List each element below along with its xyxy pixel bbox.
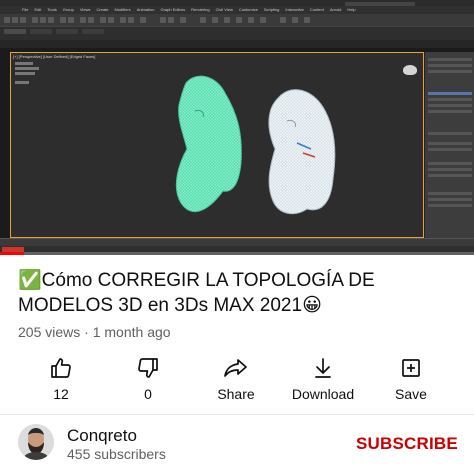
- app-menu-item: Help: [347, 7, 356, 12]
- app-menu-item: Views: [79, 7, 91, 12]
- playlist-add-icon: [398, 355, 424, 381]
- ribbon-subrow: [0, 40, 474, 48]
- app-menu-item: Animation: [136, 7, 155, 12]
- thumbs-up-icon: [48, 355, 74, 381]
- app-menu-item: Interactive: [285, 7, 304, 12]
- subscriber-count: 455 subscribers: [67, 446, 166, 462]
- action-bar: 12 0 Share Download Save: [0, 352, 474, 404]
- app-menu-item: Content: [309, 7, 324, 12]
- video-meta: 205 views · 1 month ago: [18, 324, 171, 340]
- subscribe-button[interactable]: SUBSCRIBE: [356, 434, 458, 454]
- check-mark-emoji: ✅: [18, 270, 42, 291]
- app-menubar: File Edit Tools Group Views Create Modifiers An…: [0, 6, 474, 14]
- dislike-button[interactable]: 0: [103, 352, 193, 404]
- app-menu-item: Civil View: [215, 7, 233, 12]
- timeline: [0, 238, 474, 246]
- share-button[interactable]: Share: [191, 352, 281, 404]
- divider: [0, 414, 474, 415]
- app-menu-item: Tools: [47, 7, 57, 12]
- horse-head-meshes: [175, 75, 336, 215]
- perspective-viewport: [+] [Perspective] [User Defined] [Edged …: [10, 52, 424, 238]
- video-title: ✅Cómo CORREGIR LA TOPOLOGÍA DE MODELOS 3…: [18, 268, 458, 318]
- like-button[interactable]: 12: [16, 352, 106, 404]
- app-menu-item: File: [22, 7, 29, 12]
- video-title-text: Cómo CORREGIR LA TOPOLOGÍA DE MODELOS 3D…: [18, 270, 375, 316]
- app-menu-item: Edit: [34, 7, 42, 12]
- app-menu-item: Create: [96, 7, 109, 12]
- app-menu-item: Modifiers: [114, 7, 131, 12]
- dislike-count: 0: [144, 386, 152, 402]
- save-button[interactable]: Save: [366, 352, 456, 404]
- share-label: Share: [217, 386, 255, 402]
- channel-name[interactable]: Conqreto: [67, 426, 137, 446]
- view-count: 205 views: [18, 324, 81, 340]
- download-button[interactable]: Download: [278, 352, 368, 404]
- app-toolbar: [0, 14, 474, 26]
- app-menu-item: Rendering: [191, 7, 210, 12]
- app-menu-item: Graph Editors: [160, 7, 186, 12]
- video-progress-bar[interactable]: [0, 252, 474, 255]
- like-count: 12: [53, 386, 69, 402]
- channel-avatar[interactable]: [18, 424, 54, 460]
- download-label: Download: [291, 386, 355, 402]
- ribbon: [0, 26, 474, 40]
- thumbs-down-icon: [135, 355, 161, 381]
- app-menu-item: Scripting: [263, 7, 280, 12]
- app-menu-item: Customize: [238, 7, 258, 12]
- save-label: Save: [395, 386, 427, 402]
- video-progress-fill: [0, 252, 24, 255]
- share-arrow-icon: [223, 355, 249, 381]
- video-player[interactable]: File Edit Tools Group Views Create Modifiers An…: [0, 0, 474, 255]
- upload-age: 1 month ago: [92, 324, 171, 340]
- channel-row: Conqreto 455 subscribers SUBSCRIBE: [0, 418, 474, 474]
- meta-separator: ·: [80, 324, 93, 340]
- download-arrow-icon: [310, 355, 336, 381]
- app-menu-item: Arnold: [329, 7, 342, 12]
- app-menu-item: Group: [62, 7, 74, 12]
- command-panel: [424, 52, 474, 238]
